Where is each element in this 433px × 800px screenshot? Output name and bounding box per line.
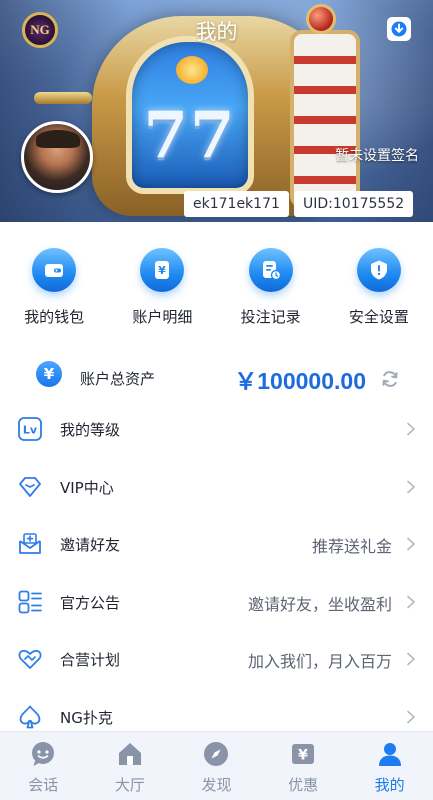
nav-item-lobby[interactable]: 大厅 [87,732,174,800]
header-banner: 77 NG 我的 暂未设置签名 ek171ek171 UID:10175552 [0,0,433,222]
svg-text:Lv: Lv [23,424,38,437]
chevron-right-icon [407,480,415,493]
nav-item-chat[interactable]: 会话 [0,732,87,800]
download-icon [391,21,407,37]
quick-action-bet-records[interactable]: 投注记录 [217,248,325,334]
slot-screen-illustration: 77 [126,36,254,194]
chevron-right-icon [407,595,415,608]
page-title: 我的 [195,20,238,44]
nav-label: 大厅 [114,776,145,794]
chevron-right-icon [407,422,415,436]
promo-icon: ¥ [292,744,315,764]
compass-icon [204,742,229,766]
quick-action-security[interactable]: 安全设置 [325,248,433,334]
menu-item-announcements[interactable]: 官方公告 邀请好友，坐收盈利 [0,573,433,631]
menu-item-extra: 推荐送礼金 [311,537,392,556]
chat-icon [32,742,55,766]
spade-icon [19,705,41,728]
menu-item-label: 我的等级 [60,421,121,439]
chevron-right-icon [407,652,415,666]
menu-item-label: VIP中心 [60,478,114,497]
quick-action-account-details[interactable]: ¥ 账户明细 [108,248,216,334]
menu-item-extra: 邀请好友，坐收盈利 [247,594,392,614]
menu-item-label: 邀请好友 [60,536,121,554]
username-tag: ek171ek171 [184,191,289,217]
menu-item-label: 合营计划 [60,651,121,669]
menu-item-extra: 加入我们，月入百万 [247,652,392,671]
svg-text:¥: ¥ [298,748,308,764]
nav-label: 优惠 [288,776,319,794]
svg-text:¥: ¥ [159,264,167,277]
level-icon: Lv [18,417,42,441]
yen-coin-icon: ¥ [36,361,62,387]
nav-label: 发现 [201,776,232,794]
nav-label: 我的 [374,776,405,794]
invite-envelope-icon [19,533,41,554]
menu-item-label: NG扑克 [60,708,113,727]
quick-action-label: 我的钱包 [24,308,85,326]
quick-action-label: 安全设置 [348,308,409,326]
slot-digits: 77 [143,98,237,173]
menu-item-vip[interactable]: VIP中心 [0,458,433,516]
nav-item-mine[interactable]: 我的 [346,732,433,800]
profile-icon [378,743,401,766]
balance-label: 账户总资产 [80,370,156,388]
slot-lever-illustration [34,92,92,104]
wallet-icon [32,248,77,292]
nav-label: 会话 [28,776,59,794]
diamond-icon [19,476,41,497]
nav-item-discover[interactable]: 发现 [173,732,260,800]
balance-row: ¥ 账户总资产 ￥100000.00 [0,356,433,400]
bottom-nav: 会话 大厅 发现 ¥ 优惠 我的 [0,731,433,800]
nav-item-promotions[interactable]: ¥ 优惠 [260,732,347,800]
chevron-right-icon [407,710,415,723]
menu-list: Lv 我的等级 VIP中心 邀请好友 推荐送礼金 官方公告 邀请好友，坐收盈利 … [0,400,433,745]
bet-record-icon [248,248,293,292]
shield-icon [356,248,401,292]
uid-tag[interactable]: UID:10175552 [294,191,414,217]
avatar[interactable] [21,121,93,193]
balance-value: ￥100000.00 [234,368,366,394]
quick-actions: 我的钱包 ¥ 账户明细 投注记录 安全设置 [0,248,433,334]
menu-item-level[interactable]: Lv 我的等级 [0,400,433,458]
announcement-grid-icon [18,590,42,613]
sun-graphic [176,56,208,84]
download-button[interactable] [387,17,411,41]
yen-bill-icon: ¥ [140,248,185,292]
signature-text[interactable]: 暂未设置签名 [335,145,419,165]
refresh-icon[interactable] [380,369,400,389]
menu-item-invite[interactable]: 邀请好友 推荐送礼金 [0,515,433,573]
slot-reels-illustration [290,30,360,208]
quick-action-wallet[interactable]: 我的钱包 [0,248,108,334]
handshake-heart-icon [18,649,42,669]
avatar-hair-graphic [36,130,80,148]
home-icon [118,743,141,765]
chevron-right-icon [407,537,415,551]
quick-action-label: 账户明细 [132,308,193,326]
menu-item-partnership[interactable]: 合营计划 加入我们，月入百万 [0,630,433,688]
menu-item-label: 官方公告 [60,593,121,612]
quick-action-label: 投注记录 [240,308,301,326]
